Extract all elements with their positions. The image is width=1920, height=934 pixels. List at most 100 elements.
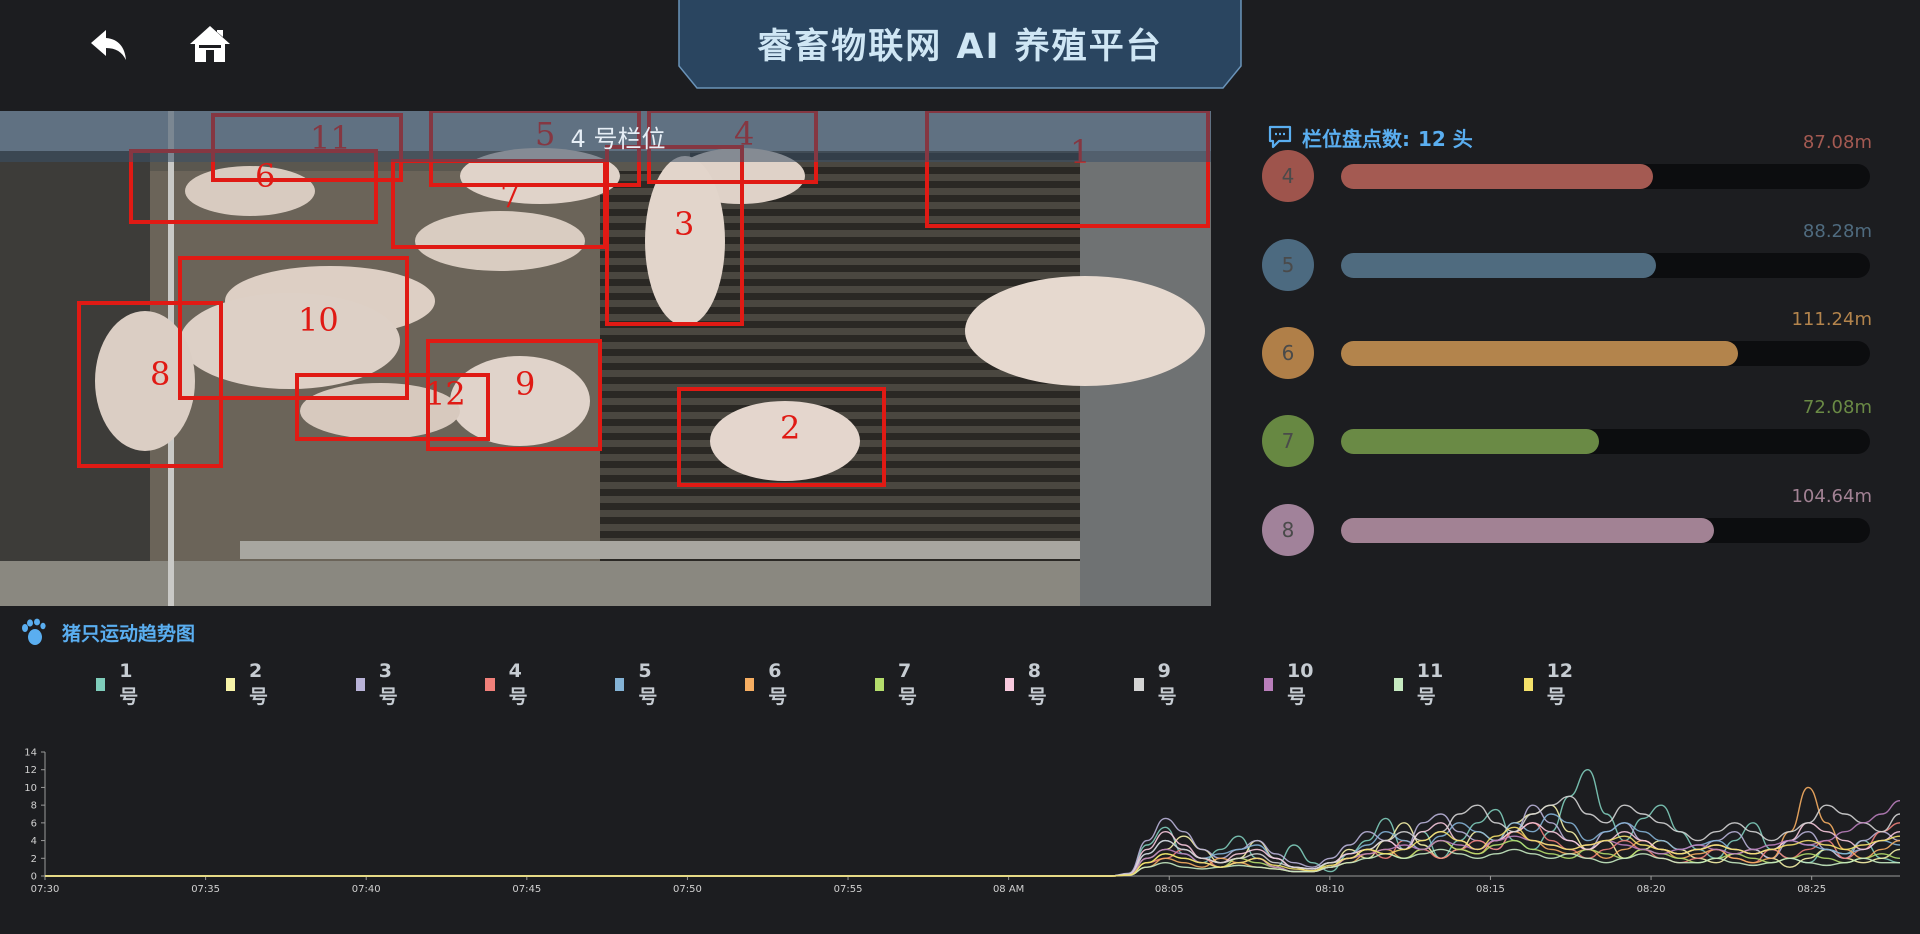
legend-label: 2号 [249, 659, 269, 708]
pig-id-badge: 4 [1262, 150, 1314, 202]
legend-item[interactable]: 6号 [745, 660, 791, 708]
legend-label: 6号 [768, 659, 788, 708]
x-tick-label: 07:30 [31, 884, 60, 895]
legend-item[interactable]: 1号 [96, 660, 142, 708]
distance-bar-fill [1341, 429, 1599, 454]
legend-swatch [874, 677, 884, 691]
detection-label-6: 6 [255, 157, 275, 195]
y-tick-label: 12 [24, 765, 37, 776]
legend-item[interactable]: 8号 [1004, 660, 1051, 708]
back-button[interactable] [86, 22, 132, 68]
legend-swatch [1264, 677, 1273, 691]
x-tick-label: 07:50 [673, 884, 702, 895]
distance-bar-row: 5 88.28m [1262, 221, 1872, 299]
legend-swatch [745, 677, 755, 691]
legend-label: 7号 [898, 659, 918, 708]
legend-swatch [485, 677, 495, 691]
legend-swatch [355, 677, 365, 691]
legend-item[interactable]: 10号 [1264, 660, 1317, 708]
x-tick-label: 08 AM [993, 884, 1024, 895]
y-tick-label: 2 [31, 854, 37, 865]
detection-label-3: 3 [674, 205, 694, 243]
legend-item[interactable]: 11号 [1394, 660, 1447, 708]
y-tick-label: 0 [31, 872, 37, 883]
distance-bar-row: 4 87.08m [1262, 132, 1872, 210]
back-arrow-icon [91, 30, 126, 60]
legend-item[interactable]: 7号 [874, 660, 921, 708]
pig-id-badge: 5 [1262, 239, 1314, 291]
distance-value: 104.64m [1791, 486, 1872, 507]
series-line-11 [45, 848, 1900, 877]
distance-bar-track [1341, 518, 1870, 543]
y-tick-label: 8 [31, 801, 37, 812]
legend-item[interactable]: 5号 [615, 660, 661, 708]
distance-bar-track [1341, 341, 1870, 366]
home-icon [190, 26, 230, 62]
x-tick-label: 07:35 [191, 884, 220, 895]
distance-bar-fill [1341, 341, 1738, 366]
detection-label-12: 12 [425, 375, 466, 413]
x-tick-label: 08:25 [1797, 884, 1826, 895]
legend-label: 3号 [378, 659, 398, 708]
legend-label: 12号 [1546, 659, 1574, 708]
movement-trend-chart[interactable]: 0 2 4 6 8 10 12 14 07:30 07:35 07:40 07:45 07:50 07:5… [0, 740, 1920, 900]
distance-bar-row: 8 104.64m [1262, 486, 1872, 564]
legend-label: 5号 [638, 659, 658, 708]
home-button[interactable] [187, 22, 233, 68]
x-tick-label: 07:55 [834, 884, 863, 895]
detection-label-10: 10 [298, 301, 339, 339]
pen-caption-bar: 4 号栏位 [0, 111, 1211, 162]
legend-swatch [96, 677, 106, 691]
title-banner: 睿畜物联网 AI 养殖平台 [678, 0, 1242, 90]
legend-item[interactable]: 4号 [485, 660, 531, 708]
pen-caption: 4 号栏位 [570, 125, 666, 153]
y-tick-label: 4 [31, 836, 37, 847]
distance-value: 111.24m [1791, 309, 1872, 330]
legend-label: 4号 [508, 659, 528, 708]
legend-item[interactable]: 9号 [1134, 660, 1180, 708]
top-bar: 睿畜物联网 AI 养殖平台 [0, 0, 1920, 110]
distance-bar-track [1341, 164, 1870, 189]
trend-header: 猪只运动趋势图 [18, 616, 195, 648]
footprint-icon [22, 618, 46, 645]
distance-bar-track [1341, 253, 1870, 278]
legend-item[interactable]: 12号 [1523, 660, 1577, 708]
legend-swatch [1394, 677, 1403, 691]
x-tick-label: 07:40 [352, 884, 381, 895]
series-line-12 [45, 826, 1901, 877]
camera-view[interactable]: 1 2 3 4 5 6 7 8 9 10 11 12 4 号栏位 [0, 111, 1211, 606]
distance-bar-row: 6 111.24m [1262, 309, 1872, 387]
pig-id-badge: 6 [1262, 327, 1314, 379]
legend-swatch [615, 677, 625, 691]
detection-label-9: 9 [515, 365, 535, 403]
detection-label-2: 2 [780, 409, 800, 447]
legend-swatch [225, 677, 235, 691]
detection-label-7: 7 [500, 177, 520, 215]
legend-label: 8号 [1027, 659, 1047, 708]
y-tick-label: 6 [31, 818, 37, 829]
distance-bar-track [1341, 429, 1870, 454]
distance-bar-fill [1341, 253, 1656, 278]
legend-swatch [1134, 677, 1144, 691]
distance-value: 87.08m [1802, 132, 1872, 153]
distance-value: 72.08m [1802, 397, 1872, 418]
legend-item[interactable]: 3号 [355, 660, 402, 708]
legend-label: 9号 [1157, 659, 1177, 708]
distance-bar-fill [1341, 518, 1715, 543]
legend-label: 1号 [119, 659, 139, 708]
legend-item[interactable]: 2号 [225, 660, 272, 708]
y-tick-label: 10 [24, 783, 37, 794]
y-tick-label: 14 [24, 748, 37, 759]
distance-bar-fill [1341, 164, 1654, 189]
x-tick-label: 07:45 [512, 884, 541, 895]
page-title: 睿畜物联网 AI 养殖平台 [757, 27, 1163, 67]
x-tick-label: 08:15 [1476, 884, 1505, 895]
distance-bar-row: 7 72.08m [1262, 397, 1872, 475]
detection-overlay: 1 2 3 4 5 6 7 8 9 10 11 12 [77, 111, 1210, 487]
legend-swatch [1004, 677, 1014, 691]
detection-label-8: 8 [150, 355, 170, 393]
series-line-10 [45, 800, 1901, 877]
x-tick-label: 08:20 [1637, 884, 1666, 895]
pig-id-badge: 7 [1262, 415, 1314, 467]
trend-title: 猪只运动趋势图 [62, 622, 196, 645]
